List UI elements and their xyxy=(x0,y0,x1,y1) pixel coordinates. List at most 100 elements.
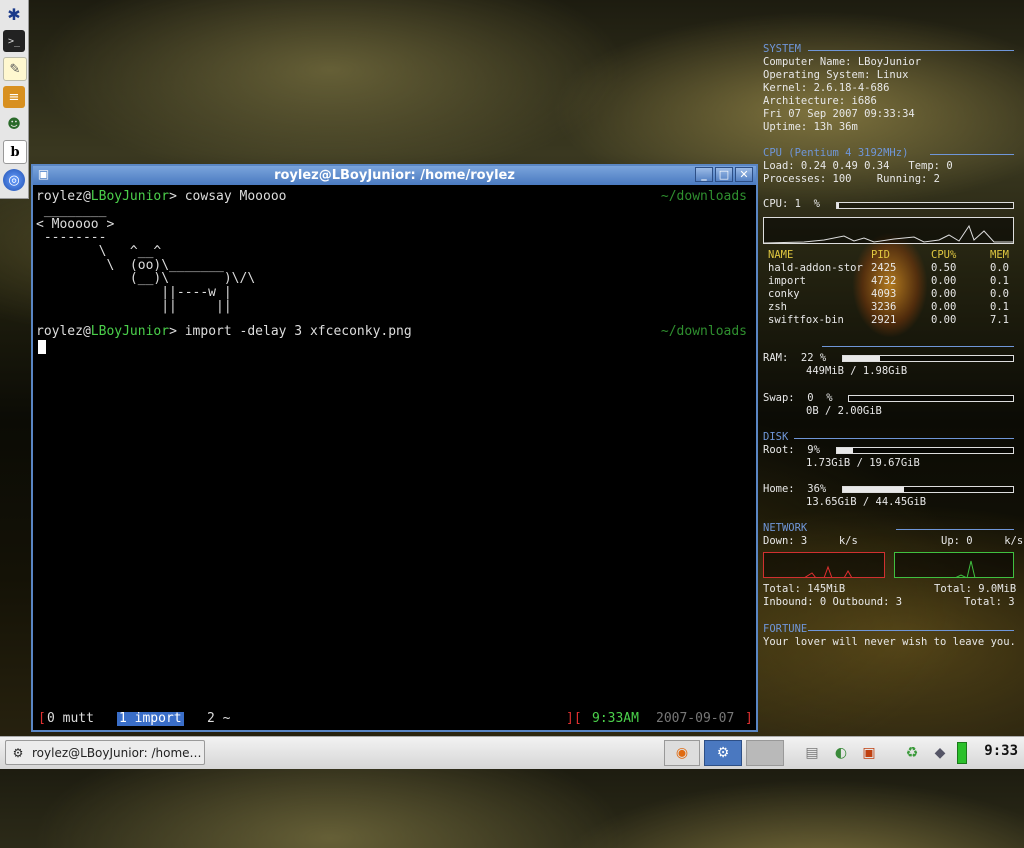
process-table: NAME PID CPU% MEM hald-addon-stor 2425 0.5… xyxy=(768,249,1013,327)
connections-inout: Inbound: 0 Outbound: 3 xyxy=(763,596,903,608)
download-speed: Down: 3 k/s xyxy=(763,535,858,547)
root-usage: Root: 9% xyxy=(763,444,820,456)
ram-detail: 449MiB / 1.98GiB xyxy=(806,365,908,377)
process-table-header: NAME PID CPU% MEM xyxy=(768,249,1009,261)
home-detail: 13.65GiB / 44.45GiB xyxy=(806,496,927,508)
tmux-date: 2007-09-07 xyxy=(656,711,735,726)
prompt-line: roylez@LBoyJunior> cowsay Mooooo xyxy=(36,189,287,204)
gear-icon: ⚙ xyxy=(716,745,730,761)
fortune-header: FORTUNE xyxy=(763,623,808,635)
divider xyxy=(896,529,1014,530)
home-usage-bar xyxy=(842,486,1014,493)
cpu-usage-bar xyxy=(836,202,1014,209)
text-editor-icon[interactable]: ✎ xyxy=(3,57,27,81)
cpu-header: CPU (Pentium 4 3192MHz) xyxy=(763,147,909,159)
volume-icon[interactable]: ◆ xyxy=(930,740,950,766)
disk-header: DISK xyxy=(763,431,789,443)
terminal-output[interactable]: roylez@LBoyJunior> cowsay Mooooo ~/downl… xyxy=(36,187,753,730)
output-line: \ ^__^ xyxy=(36,244,162,259)
tmux-window-2[interactable]: 2 ~ xyxy=(207,712,230,726)
divider xyxy=(822,346,1014,347)
output-line: -------- xyxy=(36,230,107,245)
ram-usage-bar xyxy=(842,355,1014,362)
cpu-graph-svg xyxy=(764,224,1013,243)
swap-detail: 0B / 2.00GiB xyxy=(806,405,882,417)
launcher-panel: ✱ >_ ✎ ≡ ☻ b ◎ xyxy=(0,0,29,199)
upload-graph xyxy=(894,552,1014,578)
prompt-dir: ~/downloads xyxy=(660,189,747,204)
fortune-text: Your lover will never wish to leave you. xyxy=(763,636,1016,648)
tmux-status-bar: [ 0 mutt 1 import 2 ~ ][ 9:33AM 2007-09-… xyxy=(36,712,753,727)
terminal-window[interactable]: ▣ roylez@LBoyJunior: /home/roylez _ □ ✕ … xyxy=(31,164,758,732)
output-line: ||----w | xyxy=(36,285,232,300)
taskbar-clock[interactable]: 9:33 xyxy=(984,743,1018,759)
total-download: Total: 145MiB xyxy=(763,583,846,595)
cpu-graph xyxy=(763,217,1014,244)
divider xyxy=(794,438,1014,439)
architecture: Architecture: i686 xyxy=(763,95,877,107)
computer-name: Computer Name: LBoyJunior xyxy=(763,56,922,68)
output-line: (__)\ )\/\ xyxy=(36,271,256,286)
trash-icon[interactable]: ♻ xyxy=(900,740,924,766)
home-usage: Home: 36% xyxy=(763,483,827,495)
workspace-1-button[interactable]: ◉ xyxy=(664,740,700,766)
swap-usage: Swap: 0 % xyxy=(763,392,833,404)
mouse-icon[interactable]: ✱ xyxy=(3,3,25,25)
load-average: Load: 0.24 0.49 0.34 Temp: 0 xyxy=(763,160,953,172)
tmux-window-1-active[interactable]: 1 import xyxy=(117,712,184,726)
tmux-time: 9:33AM xyxy=(592,711,639,726)
notes-icon[interactable]: ≡ xyxy=(3,86,25,108)
close-button[interactable]: ✕ xyxy=(735,167,753,182)
minimize-button[interactable]: _ xyxy=(695,167,713,182)
total-upload: Total: 9.0MiB xyxy=(934,583,1017,595)
workspace-3-button[interactable] xyxy=(746,740,784,766)
window-titlebar[interactable]: ▣ roylez@LBoyJunior: /home/roylez _ □ ✕ xyxy=(33,166,756,185)
window-title: roylez@LBoyJunior: /home/roylez xyxy=(274,168,515,183)
process-row: hald-addon-stor 2425 0.50 0.0 xyxy=(768,262,1009,274)
system-header: SYSTEM xyxy=(763,43,801,55)
divider xyxy=(930,154,1014,155)
uptime: Uptime: 13h 36m xyxy=(763,121,858,133)
conky-monitor: SYSTEM Computer Name: LBoyJunior Operati… xyxy=(760,40,1023,660)
terminal-icon[interactable]: >_ xyxy=(3,30,25,52)
kernel: Kernel: 2.6.18-4-686 xyxy=(763,82,890,94)
root-usage-bar xyxy=(836,447,1014,454)
ram-usage: RAM: 22 % xyxy=(763,352,827,364)
taskbar: ⚙ roylez@LBoyJunior: /home… ◉ ⚙ ▤ ◐ ▣ ♻ … xyxy=(0,736,1024,769)
connections-total: Total: 3 xyxy=(964,596,1015,608)
tmux-bracket-open: [ xyxy=(38,711,46,726)
divider xyxy=(808,630,1014,631)
process-count: Processes: 100 Running: 2 xyxy=(763,173,941,185)
tmux-bracket-close: ] xyxy=(745,711,753,726)
swap-usage-bar xyxy=(848,395,1014,402)
dictionary-icon[interactable]: b xyxy=(3,140,27,164)
download-graph xyxy=(763,552,885,578)
tmux-window-0[interactable]: 0 mutt xyxy=(47,712,94,726)
upload-speed: Up: 0 k/s xyxy=(941,535,1024,547)
browser-globe-icon[interactable]: ◎ xyxy=(3,169,25,191)
upload-graph-svg xyxy=(955,560,976,577)
text-cursor xyxy=(38,340,46,354)
prompt-dir: ~/downloads xyxy=(660,324,747,339)
firefox-icon: ◉ xyxy=(675,745,689,761)
output-line: || || xyxy=(36,299,232,314)
download-graph-svg xyxy=(804,565,853,577)
printer-icon[interactable]: ▤ xyxy=(800,740,824,766)
process-row: zsh 3236 0.00 0.1 xyxy=(768,301,1009,313)
users-icon[interactable]: ☻ xyxy=(3,113,25,135)
maximize-button[interactable]: □ xyxy=(715,167,733,182)
package-update-icon[interactable]: ▣ xyxy=(856,740,882,766)
taskbar-task-terminal[interactable]: ⚙ roylez@LBoyJunior: /home… xyxy=(5,740,205,765)
output-line: ________ xyxy=(36,203,107,218)
task-label: roylez@LBoyJunior: /home… xyxy=(32,745,202,760)
tmux-separator: ][ xyxy=(566,711,582,726)
process-row: conky 4093 0.00 0.0 xyxy=(768,288,1009,300)
network-header: NETWORK xyxy=(763,522,808,534)
operating-system: Operating System: Linux xyxy=(763,69,909,81)
root-detail: 1.73GiB / 19.67GiB xyxy=(806,457,920,469)
divider xyxy=(808,50,1014,51)
workspace-2-button-active[interactable]: ⚙ xyxy=(704,740,742,766)
prompt-line: roylez@LBoyJunior> import -delay 3 xfcec… xyxy=(36,324,412,339)
datetime: Fri 07 Sep 2007 09:33:34 xyxy=(763,108,915,120)
network-status-icon[interactable]: ◐ xyxy=(828,740,854,766)
